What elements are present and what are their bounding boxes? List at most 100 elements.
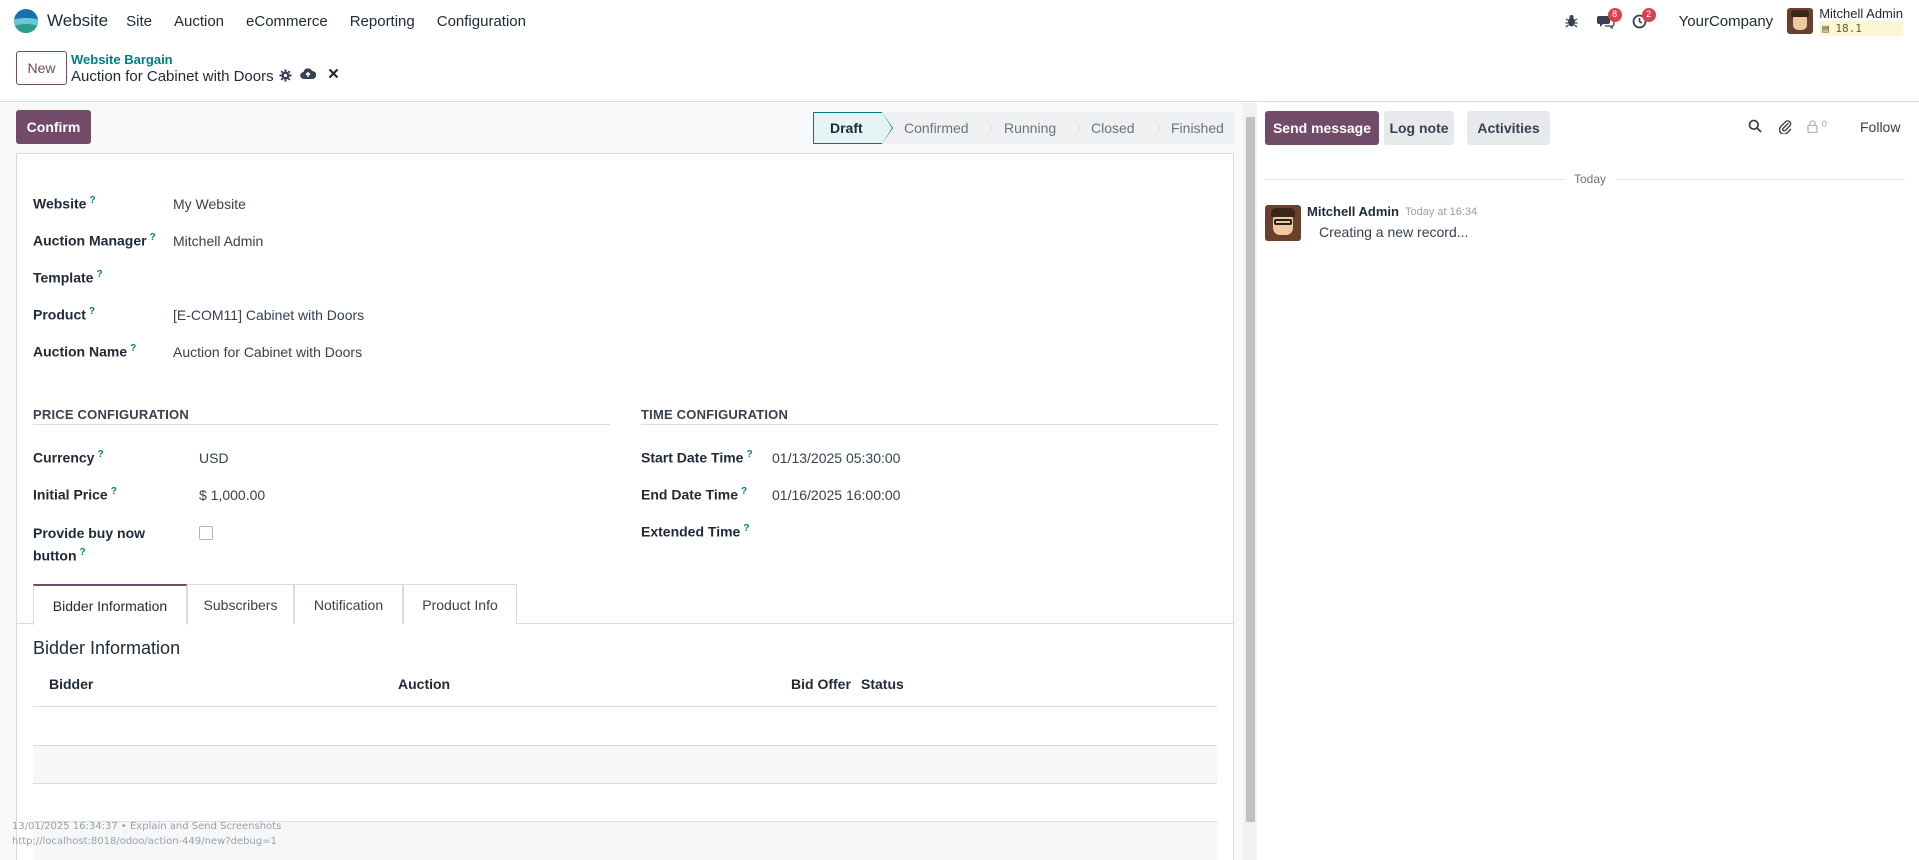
help-tooltip[interactable]: ? bbox=[97, 449, 103, 460]
tab-subscribers[interactable]: Subscribers bbox=[187, 584, 294, 624]
debug-footer-url: http://localhost:8018/odoo/action-449/ne… bbox=[12, 836, 277, 847]
initial-price-field[interactable]: $ 1,000.00 bbox=[199, 487, 265, 503]
odoo-logo-icon bbox=[14, 9, 38, 33]
menu-item-site[interactable]: Site bbox=[115, 13, 163, 30]
new-button[interactable]: New bbox=[16, 51, 67, 85]
log-note-button[interactable]: Log note bbox=[1384, 111, 1454, 145]
menu-item-ecommerce[interactable]: eCommerce bbox=[235, 13, 339, 30]
auction-name-field[interactable]: Auction for Cabinet with Doors bbox=[173, 344, 362, 360]
label-text: Website bbox=[33, 195, 87, 212]
notebook-tabs: Bidder Information Subscribers Notificat… bbox=[17, 584, 1233, 625]
website-field[interactable]: My Website bbox=[173, 196, 246, 212]
bidder-section-title: Bidder Information bbox=[33, 638, 181, 658]
label-text: Provide buy now bbox=[33, 525, 146, 541]
scrollbar-thumb[interactable] bbox=[1246, 117, 1255, 822]
label-text: Product bbox=[33, 306, 86, 323]
extended-time-field[interactable] bbox=[772, 524, 1072, 542]
top-navbar: Website Site Auction eCommerce Reporting… bbox=[0, 0, 1919, 42]
label-text: Start Date Time bbox=[641, 449, 744, 466]
user-name: Mitchell Admin bbox=[1819, 5, 1903, 21]
buy-now-checkbox[interactable] bbox=[199, 526, 213, 540]
help-tooltip[interactable]: ? bbox=[80, 547, 86, 558]
status-bar: Draft Confirmed Running Closed Finished bbox=[813, 112, 1235, 144]
tab-bidder-information[interactable]: Bidder Information bbox=[33, 584, 187, 625]
confirm-button[interactable]: Confirm bbox=[16, 110, 91, 144]
form-view: Confirm Draft Confirmed Running Closed F… bbox=[0, 103, 1243, 860]
stage-label: Closed bbox=[1091, 120, 1135, 136]
website-label: Website? bbox=[33, 195, 96, 212]
column-bid-offer[interactable]: Bid Offer bbox=[791, 676, 851, 692]
main-menu: Site Auction eCommerce Reporting Configu… bbox=[115, 13, 537, 30]
menu-item-reporting[interactable]: Reporting bbox=[339, 13, 426, 30]
bidder-table-header: Bidder Auction Bid Offer Status bbox=[33, 661, 1217, 707]
label-text: Auction Name bbox=[33, 343, 128, 360]
menu-item-configuration[interactable]: Configuration bbox=[426, 13, 537, 30]
stage-label: Draft bbox=[830, 120, 863, 136]
stage-closed[interactable]: Closed bbox=[1069, 112, 1160, 144]
end-date-label: End Date Time? bbox=[641, 486, 747, 503]
template-label: Template? bbox=[33, 269, 103, 286]
label-text: Extended Time bbox=[641, 523, 741, 540]
label-text: Auction Manager bbox=[33, 232, 147, 249]
debug-footer-timestamp: 13/01/2025 16:34:37 • Explain and Send S… bbox=[12, 821, 282, 832]
company-switcher[interactable]: YourCompany bbox=[1679, 13, 1774, 30]
stage-draft[interactable]: Draft bbox=[813, 112, 893, 144]
form-sheet: Website? My Website Auction Manager? Mit… bbox=[16, 153, 1234, 860]
debug-bug-icon[interactable] bbox=[1555, 0, 1589, 42]
help-tooltip[interactable]: ? bbox=[89, 195, 95, 206]
label-text: button bbox=[33, 547, 77, 564]
auction-manager-field[interactable]: Mitchell Admin bbox=[173, 233, 263, 249]
stage-label: Finished bbox=[1171, 120, 1224, 136]
paperclip-icon[interactable] bbox=[1778, 119, 1792, 137]
end-date-field[interactable]: 01/16/2025 16:00:00 bbox=[772, 487, 900, 503]
column-auction[interactable]: Auction bbox=[398, 676, 450, 692]
activities-button[interactable]: Activities bbox=[1467, 111, 1550, 145]
start-date-field[interactable]: 01/13/2025 05:30:00 bbox=[772, 450, 900, 466]
label-text: End Date Time bbox=[641, 486, 738, 503]
tab-product-info[interactable]: Product Info bbox=[403, 584, 517, 624]
help-tooltip[interactable]: ? bbox=[89, 306, 95, 317]
help-tooltip[interactable]: ? bbox=[746, 449, 752, 460]
user-menu[interactable]: Mitchell Admin ▤ 18.1 bbox=[1819, 5, 1903, 36]
time-configuration-title: TIME CONFIGURATION bbox=[641, 407, 789, 422]
table-row bbox=[33, 746, 1217, 784]
messages-count-badge: 8 bbox=[1607, 8, 1622, 22]
product-field[interactable]: [E-COM11] Cabinet with Doors bbox=[173, 307, 364, 323]
help-tooltip[interactable]: ? bbox=[111, 486, 117, 497]
send-message-button[interactable]: Send message bbox=[1265, 111, 1379, 145]
price-group-divider bbox=[33, 424, 610, 425]
price-configuration-title: PRICE CONFIGURATION bbox=[33, 407, 189, 422]
cloud-upload-icon[interactable] bbox=[300, 67, 317, 84]
message-author-avatar[interactable] bbox=[1265, 205, 1301, 241]
messages-chat-icon[interactable]: 8 bbox=[1589, 0, 1623, 42]
follow-button[interactable]: Follow bbox=[1860, 119, 1900, 135]
form-scrollbar[interactable] bbox=[1243, 103, 1257, 860]
tab-notification[interactable]: Notification bbox=[294, 584, 403, 624]
help-tooltip[interactable]: ? bbox=[130, 343, 136, 354]
column-bidder[interactable]: Bidder bbox=[49, 676, 93, 692]
app-brand[interactable]: Website bbox=[14, 9, 108, 33]
stage-confirmed[interactable]: Confirmed bbox=[882, 112, 993, 144]
table-row bbox=[33, 784, 1217, 822]
message-author[interactable]: Mitchell Admin bbox=[1307, 204, 1399, 219]
search-icon[interactable] bbox=[1748, 119, 1762, 136]
buy-now-label: Provide buy now button? bbox=[33, 523, 145, 566]
start-date-label: Start Date Time? bbox=[641, 449, 753, 466]
activities-clock-icon[interactable]: 2 bbox=[1623, 0, 1657, 42]
help-tooltip[interactable]: ? bbox=[96, 269, 102, 280]
close-icon[interactable] bbox=[328, 66, 339, 84]
help-tooltip[interactable]: ? bbox=[150, 232, 156, 243]
currency-label: Currency? bbox=[33, 449, 104, 466]
menu-item-auction[interactable]: Auction bbox=[163, 13, 235, 30]
help-tooltip[interactable]: ? bbox=[743, 523, 749, 534]
breadcrumb-parent[interactable]: Website Bargain bbox=[71, 52, 173, 67]
template-field[interactable] bbox=[173, 270, 473, 288]
stage-finished[interactable]: Finished bbox=[1149, 112, 1235, 144]
help-tooltip[interactable]: ? bbox=[741, 486, 747, 497]
stage-running[interactable]: Running bbox=[982, 112, 1080, 144]
column-status[interactable]: Status bbox=[861, 676, 904, 692]
currency-field[interactable]: USD bbox=[199, 450, 229, 466]
followers-lock-icon[interactable]: 0 bbox=[1807, 119, 1827, 136]
gear-icon[interactable] bbox=[279, 69, 292, 85]
user-avatar[interactable] bbox=[1787, 8, 1814, 34]
